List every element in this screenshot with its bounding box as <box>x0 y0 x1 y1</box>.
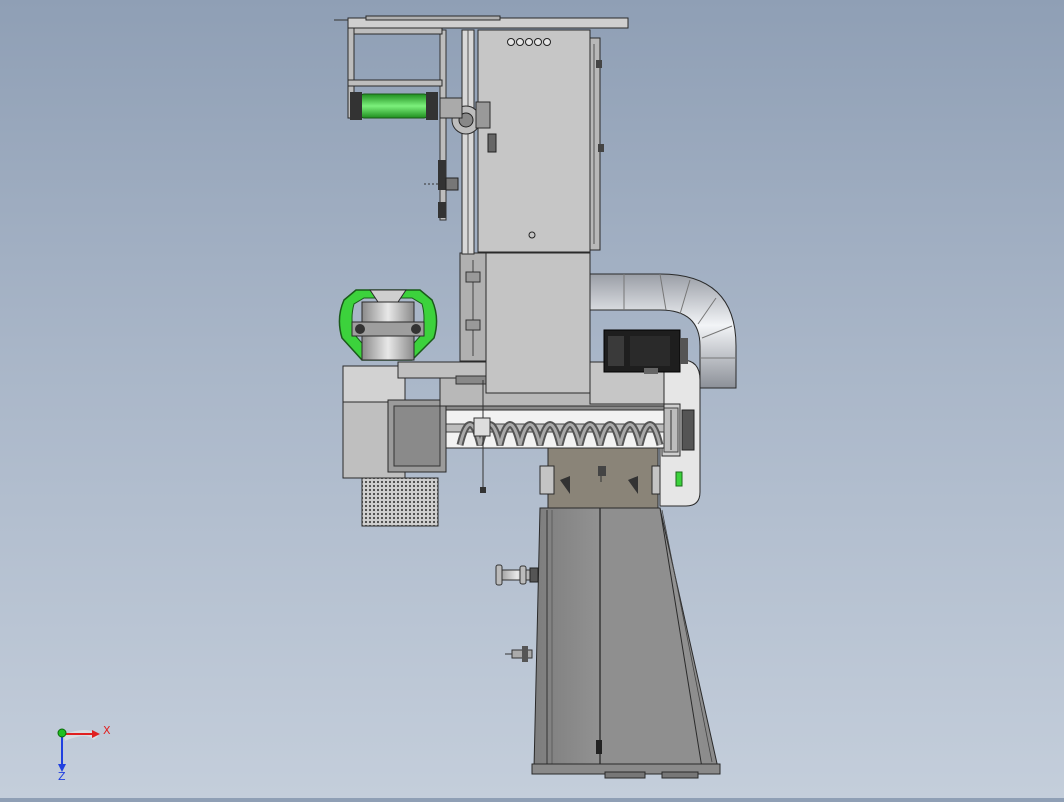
cad-viewport[interactable]: X Z <box>0 0 1064 798</box>
tower-upper-cabinet <box>477 29 604 253</box>
top-plate <box>334 15 629 29</box>
machine-drawing: X Z <box>57 15 737 783</box>
drive-motor-right <box>603 329 688 374</box>
coordinate-triad: X Z <box>57 724 111 783</box>
support-stand <box>531 507 721 779</box>
feed-hopper <box>539 447 667 509</box>
x-axis-label: X <box>103 724 111 737</box>
column-clamp <box>424 160 459 218</box>
z-axis-label: Z <box>58 770 66 783</box>
stand-pipe-fitting <box>495 564 539 586</box>
indicator-lights <box>507 38 551 46</box>
rotary-feeder <box>338 289 438 361</box>
dosing-unit <box>342 365 447 527</box>
y-axis-dot <box>57 728 67 738</box>
green-roller <box>350 92 438 120</box>
stand-valve <box>505 646 533 662</box>
vertical-column <box>439 29 475 255</box>
